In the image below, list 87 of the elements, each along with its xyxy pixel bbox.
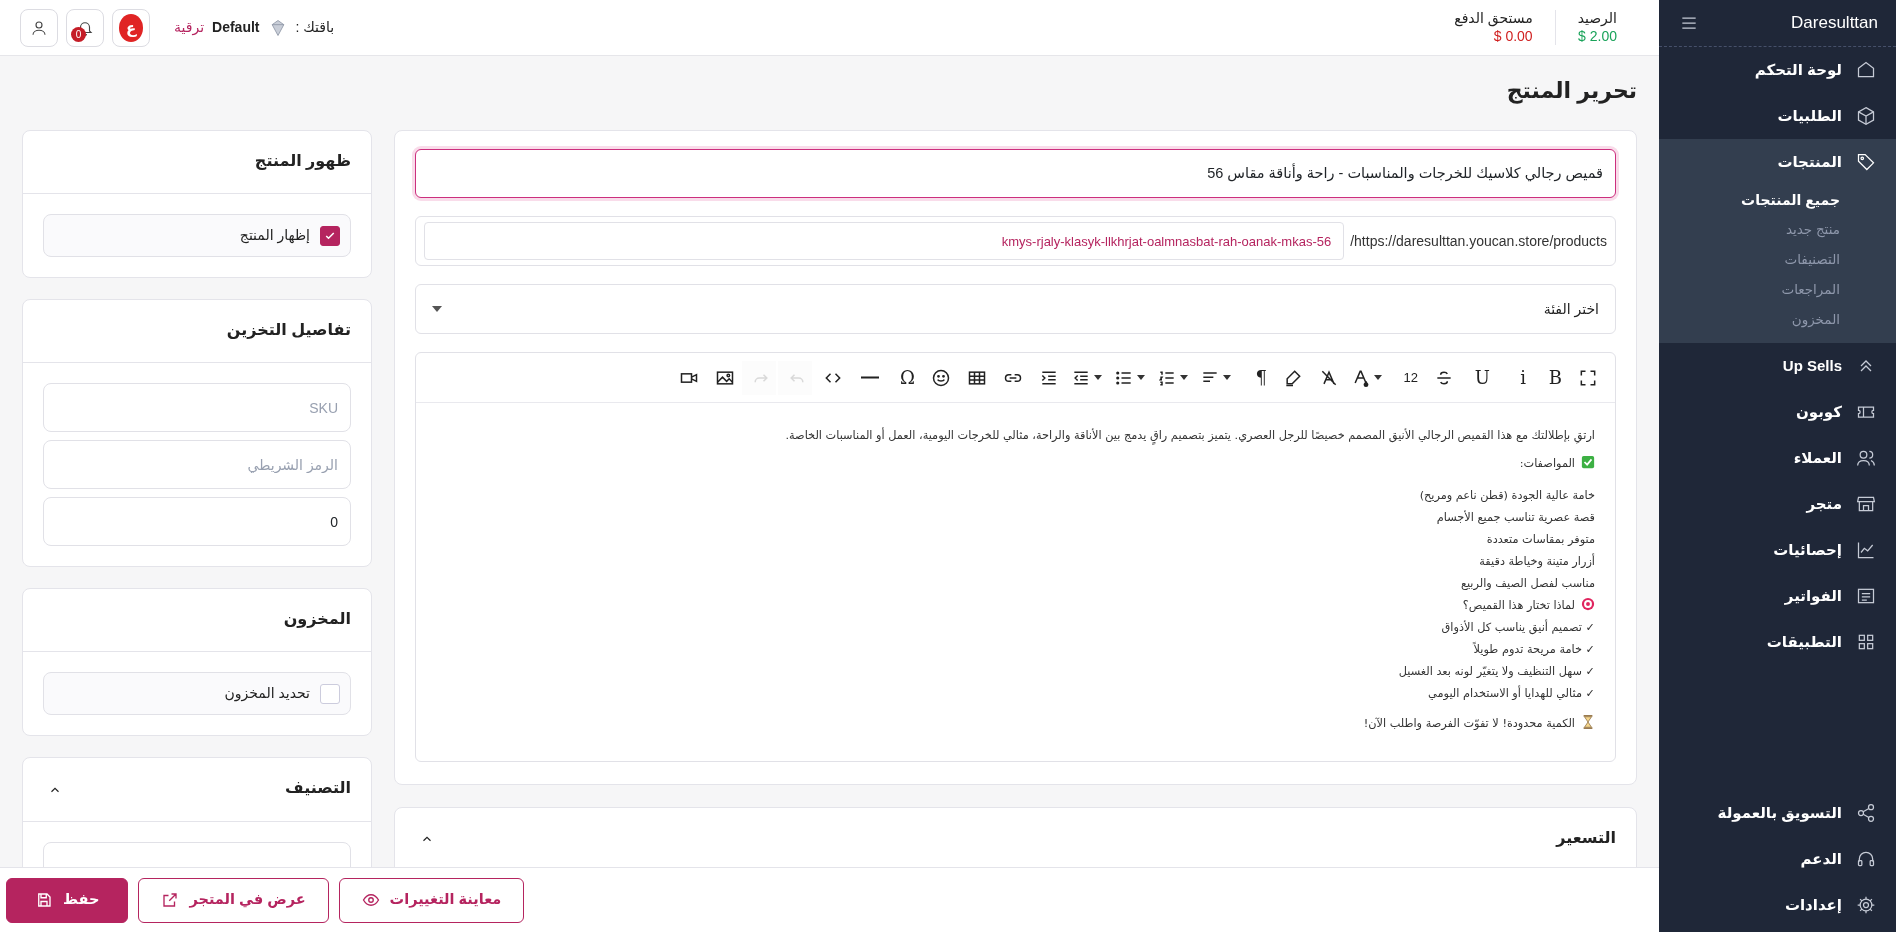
input-field[interactable]: 0: [43, 497, 351, 547]
description-line: المواصفات:: [1519, 457, 1575, 471]
checkbox-option[interactable]: إظهار المنتج: [43, 214, 351, 258]
sidebar-item[interactable]: كوبون: [1659, 389, 1896, 435]
description-line: ✓ سهل التنظيف ولا يتغيّر لونه بعد الغسيل: [1398, 665, 1595, 679]
section-title: المخزون: [283, 610, 351, 628]
chart-icon: [1856, 540, 1876, 560]
sidebar-subitem[interactable]: منتج جديد: [1659, 215, 1896, 245]
sidebar-item[interactable]: التطبيقات: [1659, 619, 1896, 665]
description-line: متوفر بمقاسات متعددة: [1486, 533, 1595, 547]
view-in-store-button[interactable]: عرض في المتجر: [138, 877, 329, 923]
users-icon: [1856, 448, 1876, 468]
stat-label: الرصيد: [1577, 10, 1617, 28]
stat-label: مستحق الدفع: [1454, 10, 1533, 28]
receipt-icon: [1856, 586, 1876, 606]
plan-label: باقتك :: [295, 18, 335, 37]
box-icon: [1856, 106, 1876, 126]
sidebar-subitem[interactable]: المراجعات: [1659, 275, 1896, 305]
share-icon: [1856, 803, 1876, 823]
sidebar-subitem[interactable]: التصنيفات: [1659, 245, 1896, 275]
external-link-icon: [161, 891, 180, 909]
stat-value: 2.00 $: [1577, 27, 1617, 45]
store-icon: [1856, 494, 1876, 514]
description-line: ✓ مثالي للهدايا أو الاستخدام اليومي: [1428, 687, 1595, 701]
stat-value: 0.00 $: [1492, 27, 1533, 45]
format-button[interactable]: ¶: [1238, 360, 1272, 395]
floppy-icon: [35, 891, 53, 909]
save-button[interactable]: حفظ: [6, 877, 129, 923]
upgrade-link[interactable]: ترقية: [174, 17, 205, 38]
page-title: تحرير المنتج: [1505, 78, 1637, 105]
user-icon: [30, 18, 48, 37]
check-box-icon: [1581, 455, 1595, 470]
font-size-button[interactable]: 12: [1389, 360, 1423, 395]
preview-button[interactable]: معاينة التغييرات: [338, 877, 525, 923]
product-name-field[interactable]: قميص رجالي كلاسيك للخرجات والمناسبات - راحة وأناقة مقاس 56: [415, 149, 1616, 199]
headset-icon: [1856, 849, 1876, 869]
sidebar-item[interactable]: لوحة التحكم: [1659, 47, 1896, 93]
notification-count: 0: [71, 26, 86, 42]
tag-icon: [1856, 152, 1876, 172]
section-title: ظهور المنتج: [254, 152, 351, 170]
category-select[interactable]: اختر الفئة: [415, 284, 1616, 335]
sidebar-item[interactable]: Up Sells: [1659, 343, 1896, 389]
description-line: لماذا تختار هذا القميص؟: [1462, 599, 1575, 613]
description-line: قصة عصرية تناسب جميع الأجسام: [1436, 511, 1595, 525]
checkbox-option[interactable]: تحديد المخزون: [43, 672, 351, 716]
sidebar-item[interactable]: الدعم: [1659, 836, 1896, 882]
format-button[interactable]: Ω: [886, 360, 920, 395]
brand-name: Daresulttan: [1791, 12, 1878, 35]
description-line: ✓ تصميم أنيق يناسب كل الأذواق: [1441, 621, 1595, 635]
store-avatar-button[interactable]: ع: [112, 8, 150, 47]
sidebar-item[interactable]: الطلبيات: [1659, 93, 1896, 139]
sidebar-item[interactable]: العملاء: [1659, 435, 1896, 481]
format-button[interactable]: B: [1533, 360, 1567, 395]
description-line: أزرار متينة وخياطة دقيقة: [1479, 555, 1595, 569]
caret-icon: [432, 306, 442, 313]
notifications-button[interactable]: 0: [66, 8, 104, 47]
sidebar-item[interactable]: إحصائيات: [1659, 527, 1896, 573]
sidebar-item[interactable]: التسويق بالعمولة: [1659, 790, 1896, 836]
sidebar-item[interactable]: إعدادات: [1659, 882, 1896, 928]
slug-field[interactable]: kmys-rjaly-klasyk-llkhrjat-oalmnasbat-rah-oanak-mkas-56: [424, 222, 1345, 261]
target-icon: [1581, 597, 1595, 612]
format-button[interactable]: i: [1497, 360, 1531, 395]
input-field[interactable]: الرمز الشريطي: [43, 440, 351, 490]
description-line: خامة عالية الجودة (قطن ناعم ومريح): [1419, 489, 1595, 503]
sidebar-item[interactable]: متجر: [1659, 481, 1896, 527]
hourglass-icon: [1581, 715, 1595, 730]
plan-name: Default: [212, 18, 260, 37]
settings-icon: [1856, 895, 1876, 915]
sidebar-subitem[interactable]: جميع المنتجات: [1659, 185, 1896, 215]
home-icon: [1856, 60, 1876, 80]
description-line: ✓ خامة مريحة تدوم طويلاً: [1473, 643, 1595, 657]
description-line: مناسب لفصل الصيف والربيع: [1460, 577, 1595, 591]
section-title: التصنيف: [285, 779, 351, 797]
sidebar-item[interactable]: الفواتير: [1659, 573, 1896, 619]
account-button[interactable]: [20, 8, 58, 47]
description-line: الكمية محدودة! لا تفوّت الفرصة واطلب الآن!: [1363, 717, 1575, 731]
input-field[interactable]: SKU: [43, 383, 351, 433]
checkbox[interactable]: [320, 225, 340, 246]
section-title: التسعير: [1556, 829, 1616, 847]
url-prefix: https://daresulttan.youcan.store/products/: [1350, 231, 1607, 251]
description-paragraph: ارتقِ بإطلالتك مع هذا القميص الرجالي الأنيق المصمم خصيصًا للرجل العصري. يتميز بتصميم راقٍ يدمج بين الأناقة والراحة، مثالي للخرجات اليومية، العمل أو المناسبات الخاصة.: [785, 429, 1595, 443]
eye-icon: [361, 891, 380, 909]
section-title: تفاصيل التخزين: [226, 321, 351, 339]
format-button[interactable]: U: [1461, 360, 1495, 395]
sidebar-subitem[interactable]: المخزون: [1659, 305, 1896, 335]
sidebar-item[interactable]: المنتجات: [1659, 139, 1896, 185]
grid-icon: [1856, 632, 1876, 652]
